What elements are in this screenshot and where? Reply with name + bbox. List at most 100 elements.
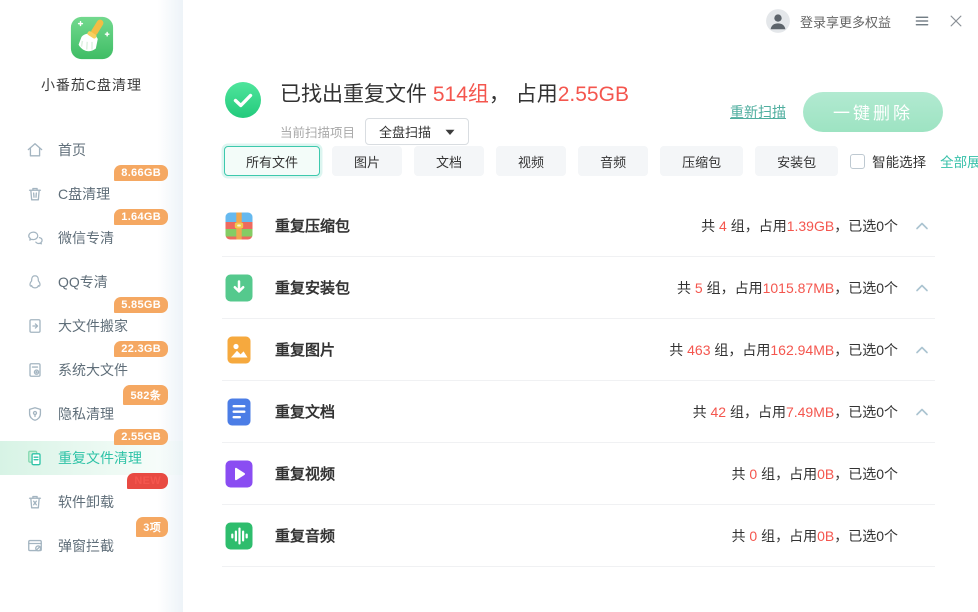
size-badge: 2.55GB: [114, 429, 168, 445]
scan-result-title: 已找出重复文件 514组， 占用2.55GB: [280, 78, 629, 108]
count-badge: 3项: [136, 517, 168, 537]
system-file-icon: [25, 360, 45, 380]
collapse-chevron-icon[interactable]: [913, 217, 931, 235]
qq-icon: [25, 272, 45, 292]
row-stats: 共 5 组，占用1015.87MB，已选0个: [677, 278, 898, 298]
row-stats: 共 4 组，占用1.39GB，已选0个: [701, 216, 898, 236]
row-stats: 共 0 组，占用0B，已选0个: [732, 526, 899, 546]
sidebar-item-label: 隐私清理: [58, 404, 114, 424]
collapse-chevron-icon[interactable]: [913, 341, 931, 359]
doc-file-icon: [224, 397, 254, 427]
sidebar-item-label: 微信专清: [58, 228, 114, 248]
file-move-icon: [25, 316, 45, 336]
row-label: 重复视频: [275, 463, 335, 484]
usage-value: 2.55GB: [558, 83, 629, 106]
sidebar-item-duplicate-clean[interactable]: 2.55GB 重复文件清理: [0, 431, 183, 475]
sidebar-item-label: 软件卸载: [58, 492, 114, 512]
row-stats: 共 463 组，占用162.94MB，已选0个: [669, 340, 898, 360]
row-stats: 共 42 组，占用7.49MB，已选0个: [693, 402, 898, 422]
hamburger-menu-icon[interactable]: [913, 12, 931, 30]
new-badge: NEW: [127, 473, 168, 489]
sidebar-item-big-file-move[interactable]: 5.85GB 大文件搬家: [0, 299, 183, 343]
scan-result-header: 已找出重复文件 514组， 占用2.55GB 当前扫描项目 全盘扫描 重新扫描 …: [224, 78, 943, 145]
row-label: 重复音频: [275, 525, 335, 546]
row-stats: 共 0 组，占用0B，已选0个: [732, 464, 899, 484]
close-icon[interactable]: [947, 12, 965, 30]
green-broom-logo-icon: [69, 15, 115, 61]
sidebar-item-popup-block[interactable]: 3项 弹窗拦截: [0, 519, 183, 563]
row-label: 重复图片: [275, 339, 335, 360]
scan-complete-check-icon: [224, 81, 262, 119]
privacy-shield-icon: [25, 404, 45, 424]
duplicate-groups-list: 重复压缩包 共 4 组，占用1.39GB，已选0个 重复安装包 共 5 组，占用…: [222, 195, 935, 567]
size-badge: 22.3GB: [114, 341, 168, 357]
usage-label: 占用: [516, 83, 558, 106]
app-title: 小番茄C盘清理: [0, 75, 183, 95]
one-click-delete-button[interactable]: 一键删除: [803, 92, 943, 132]
video-file-icon: [224, 459, 254, 489]
sidebar-item-cdrive-clean[interactable]: 8.66GB C盘清理: [0, 167, 183, 211]
separator: ，: [489, 83, 516, 106]
sidebar-item-label: 弹窗拦截: [58, 536, 114, 556]
sidebar-item-label: QQ专清: [58, 272, 108, 292]
scan-scope-value: 全盘扫描: [379, 122, 431, 141]
titlebar-controls: 登录享更多权益: [765, 8, 965, 34]
sidebar-item-label: 重复文件清理: [58, 448, 142, 468]
row-duplicate-archives[interactable]: 重复压缩包 共 4 组，占用1.39GB，已选0个: [222, 195, 935, 257]
sidebar-item-label: 大文件搬家: [58, 316, 128, 336]
size-badge: 5.85GB: [114, 297, 168, 313]
app-logo: 小番茄C盘清理: [0, 0, 183, 95]
row-label: 重复文档: [275, 401, 335, 422]
tab-images[interactable]: 图片: [332, 146, 402, 176]
dropdown-caret-icon: [445, 124, 455, 139]
popup-block-icon: [25, 536, 45, 556]
audio-file-icon: [224, 521, 254, 551]
row-duplicate-images[interactable]: 重复图片 共 463 组，占用162.94MB，已选0个: [222, 319, 935, 381]
sidebar-nav: 首页 8.66GB C盘清理 1.64GB: [0, 123, 183, 563]
tab-installers[interactable]: 安装包: [755, 146, 838, 176]
scan-item-label: 当前扫描项目: [280, 122, 355, 141]
installer-file-icon: [224, 273, 254, 303]
avatar-icon[interactable]: [765, 8, 791, 34]
sidebar-item-qq-clean[interactable]: QQ专清: [0, 255, 183, 299]
count-badge: 582条: [123, 385, 168, 405]
size-badge: 1.64GB: [114, 209, 168, 225]
expand-all-link[interactable]: 全部展开: [940, 151, 978, 171]
collapse-chevron-icon[interactable]: [913, 279, 931, 297]
sidebar-item-privacy-clean[interactable]: 582条 隐私清理: [0, 387, 183, 431]
wechat-icon: [25, 228, 45, 248]
sidebar-item-label: C盘清理: [58, 184, 110, 204]
sidebar-item-home[interactable]: 首页: [0, 123, 183, 167]
sidebar-item-label: 首页: [58, 140, 86, 160]
groups-count: 514组: [433, 83, 489, 106]
smart-select-checkbox[interactable]: [850, 154, 865, 169]
sidebar: 小番茄C盘清理 首页 8.66GB C盘清理: [0, 0, 183, 612]
disk-clean-icon: [25, 184, 45, 204]
row-duplicate-audio[interactable]: 重复音频 共 0 组，占用0B，已选0个: [222, 505, 935, 567]
sidebar-item-system-big-files[interactable]: 22.3GB 系统大文件: [0, 343, 183, 387]
tab-all-files[interactable]: 所有文件: [224, 146, 320, 176]
sidebar-item-wechat-clean[interactable]: 1.64GB 微信专清: [0, 211, 183, 255]
row-label: 重复安装包: [275, 277, 350, 298]
tab-audio[interactable]: 音频: [578, 146, 648, 176]
row-duplicate-installers[interactable]: 重复安装包 共 5 组，占用1015.87MB，已选0个: [222, 257, 935, 319]
archive-file-icon: [224, 211, 254, 241]
sidebar-item-uninstall[interactable]: NEW 软件卸载: [0, 475, 183, 519]
image-file-icon: [224, 335, 254, 365]
login-link[interactable]: 登录享更多权益: [800, 12, 891, 31]
row-duplicate-docs[interactable]: 重复文档 共 42 组，占用7.49MB，已选0个: [222, 381, 935, 443]
scan-scope-dropdown[interactable]: 全盘扫描: [365, 118, 469, 145]
tab-videos[interactable]: 视频: [496, 146, 566, 176]
home-icon: [25, 140, 45, 160]
file-type-filter-bar: 所有文件 图片 文档 视频 音频 压缩包 安装包 智能选择 全部展开: [224, 146, 943, 176]
row-label: 重复压缩包: [275, 215, 350, 236]
sidebar-item-label: 系统大文件: [58, 360, 128, 380]
row-duplicate-videos[interactable]: 重复视频 共 0 组，占用0B，已选0个: [222, 443, 935, 505]
tab-docs[interactable]: 文档: [414, 146, 484, 176]
tab-archives[interactable]: 压缩包: [660, 146, 743, 176]
expand-all-label: 全部展开: [940, 151, 978, 171]
duplicate-files-icon: [25, 448, 45, 468]
collapse-chevron-icon[interactable]: [913, 403, 931, 421]
rescan-link[interactable]: 重新扫描: [730, 102, 786, 122]
uninstall-icon: [25, 492, 45, 512]
